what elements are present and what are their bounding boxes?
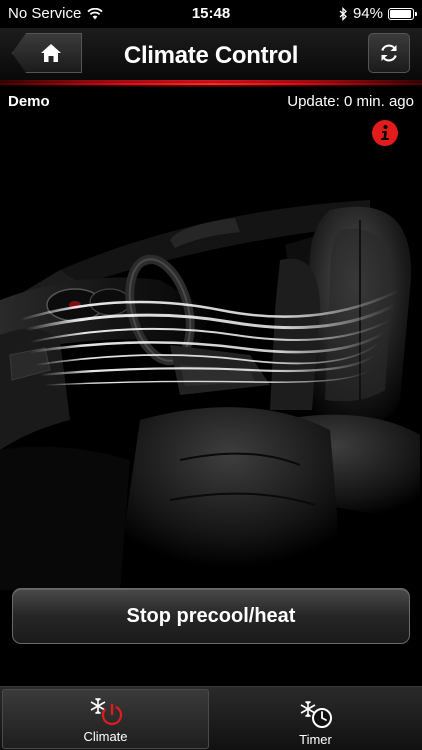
info-button[interactable] bbox=[372, 120, 398, 146]
info-icon bbox=[381, 125, 389, 140]
home-icon bbox=[41, 44, 61, 62]
home-button[interactable] bbox=[12, 33, 82, 73]
battery-percent: 94% bbox=[352, 5, 383, 22]
battery-icon bbox=[388, 7, 417, 20]
status-bar: No Service 15:48 94% bbox=[0, 0, 422, 28]
climate-timer-icon bbox=[300, 700, 332, 728]
mode-label: Demo bbox=[8, 93, 50, 110]
tab-timer[interactable]: Timer bbox=[212, 687, 419, 750]
battery-fill bbox=[390, 9, 411, 18]
status-right: 94% bbox=[339, 5, 417, 22]
tab-climate[interactable]: Climate bbox=[2, 689, 209, 749]
tab-timer-label: Timer bbox=[299, 732, 332, 747]
bluetooth-icon bbox=[339, 6, 347, 21]
tab-climate-label: Climate bbox=[83, 729, 128, 744]
stop-precool-heat-button[interactable]: Stop precool/heat bbox=[12, 588, 410, 644]
refresh-button[interactable] bbox=[368, 33, 410, 73]
page-title: Climate Control bbox=[123, 42, 299, 69]
tab-bar: Climate Timer bbox=[0, 686, 422, 750]
update-status: Update: 0 min. ago bbox=[287, 93, 414, 110]
nav-accent-line bbox=[0, 83, 422, 85]
car-interior-illustration bbox=[0, 200, 420, 590]
climate-power-icon bbox=[90, 697, 122, 726]
refresh-icon bbox=[381, 44, 397, 62]
